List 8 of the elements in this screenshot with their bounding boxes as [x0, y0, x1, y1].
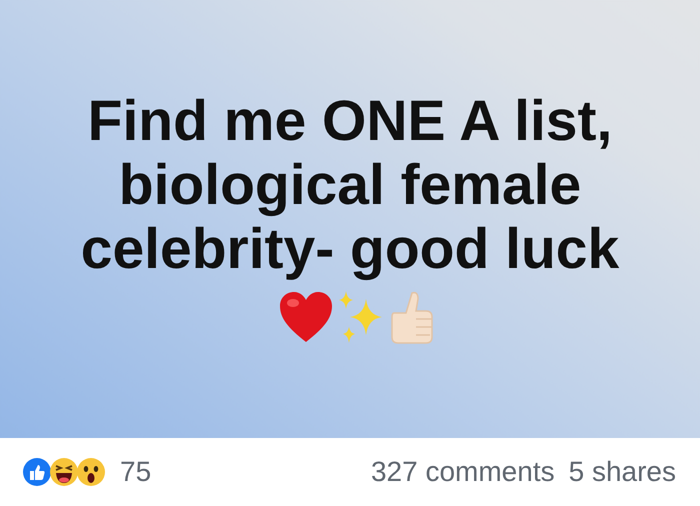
- surprised-reaction-icon: [76, 457, 106, 487]
- shares-link[interactable]: 5 shares: [568, 456, 676, 488]
- heart-icon: [278, 290, 334, 344]
- post-text: Find me ONE A list, biological female celebrity- good luck: [80, 89, 620, 281]
- comments-link[interactable]: 327 comments: [370, 456, 555, 488]
- laughing-reaction-icon: [49, 457, 79, 487]
- like-reaction-icon: [22, 457, 52, 487]
- reaction-count[interactable]: 75: [120, 456, 152, 488]
